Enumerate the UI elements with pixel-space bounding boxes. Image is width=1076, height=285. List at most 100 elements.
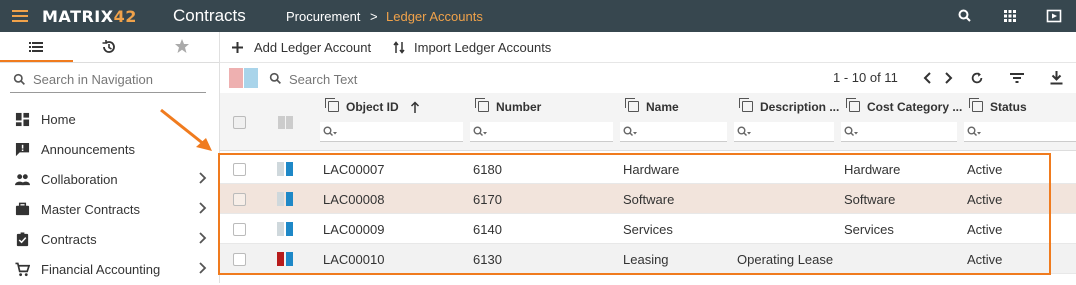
search-icon[interactable] — [957, 8, 973, 24]
filter-status[interactable] — [964, 122, 1076, 142]
filter-cost-category[interactable] — [841, 122, 957, 142]
chevron-right-icon — [199, 232, 207, 244]
pager-text: 1 - 10 of 11 — [833, 70, 898, 85]
annotation-arrow-icon — [160, 108, 212, 151]
table-row[interactable]: LAC00008 6170 Software Software Active — [220, 184, 1076, 214]
apps-grid-icon[interactable] — [1002, 8, 1018, 24]
breadcrumb-procurement[interactable]: Procurement — [286, 9, 360, 24]
breadcrumb-ledger-accounts: Ledger Accounts — [386, 9, 483, 24]
filter-name[interactable] — [620, 122, 727, 142]
download-icon[interactable] — [1050, 71, 1063, 85]
cell-number: 6170 — [473, 192, 502, 207]
column-number[interactable]: Number — [496, 100, 541, 114]
column-icon — [325, 98, 339, 112]
refresh-icon[interactable] — [970, 71, 984, 85]
filter-description[interactable] — [734, 122, 834, 142]
tab-navigation[interactable] — [0, 32, 73, 62]
add-ledger-account-button[interactable]: Add Ledger Account — [232, 40, 371, 55]
navigation-tabs — [0, 32, 219, 63]
cell-status: Active — [967, 252, 1003, 267]
column-icon — [625, 98, 639, 112]
grid-search-input[interactable]: Search Text — [289, 72, 357, 87]
cell-name: Software — [623, 192, 675, 207]
breadcrumb-separator: > — [370, 9, 378, 24]
cell-name: Services — [623, 222, 673, 237]
status-column-icon-alt — [286, 116, 293, 129]
cell-number: 6180 — [473, 162, 502, 177]
chevron-right-icon[interactable] — [943, 72, 953, 84]
cell-cost-category: Services — [844, 222, 894, 237]
app-title: Contracts — [173, 6, 246, 25]
filter-number[interactable] — [470, 122, 613, 142]
column-object-id[interactable]: Object ID — [346, 100, 399, 114]
chevron-right-icon — [199, 202, 207, 214]
cell-name: Leasing — [623, 252, 669, 267]
record-status-marker — [277, 252, 293, 266]
column-description[interactable]: Description ... — [760, 100, 839, 114]
list-icon — [29, 42, 43, 52]
table-row[interactable]: LAC00007 6180 Hardware Hardware Active — [220, 154, 1076, 184]
record-status-marker — [277, 222, 293, 236]
row-checkbox[interactable] — [233, 163, 246, 176]
menu-icon[interactable] — [12, 8, 28, 24]
column-name[interactable]: Name — [646, 100, 679, 114]
history-icon — [102, 40, 115, 53]
column-icon — [739, 98, 753, 112]
cell-cost-category: Software — [844, 192, 896, 207]
cell-description: Operating Lease — [737, 252, 834, 267]
announcement-icon — [15, 142, 30, 157]
sidebar-item-financial-accounting[interactable]: Financial Accounting — [0, 255, 219, 285]
sidebar-item-collaboration[interactable]: Collaboration — [0, 165, 219, 195]
cell-object-id: LAC00007 — [323, 162, 385, 177]
filter-icon[interactable] — [1010, 72, 1024, 84]
row-checkbox[interactable] — [233, 193, 246, 206]
grid-toolbar: Search Text 1 - 10 of 11 — [220, 63, 1076, 93]
record-color-toggle[interactable] — [229, 68, 243, 88]
cell-number: 6130 — [473, 252, 502, 267]
top-bar: MATRIX42 Contracts Procurement > Ledger … — [0, 0, 1076, 32]
chevron-right-icon — [199, 172, 207, 184]
presentation-icon[interactable] — [1046, 8, 1062, 24]
cell-object-id: LAC00008 — [323, 192, 385, 207]
sort-ascending-icon[interactable] — [410, 101, 420, 113]
cell-object-id: LAC00010 — [323, 252, 385, 267]
sidebar-item-master-contracts[interactable]: Master Contracts — [0, 195, 219, 225]
filter-search-icon — [473, 126, 487, 136]
toolbar: Add Ledger Account Import Ledger Account… — [220, 32, 1076, 63]
filter-object-id[interactable] — [320, 122, 463, 142]
filter-search-icon — [323, 126, 337, 136]
cell-name: Hardware — [623, 162, 680, 177]
cell-status: Active — [967, 222, 1003, 237]
star-icon — [175, 39, 189, 53]
sidebar-item-contracts[interactable]: Contracts — [0, 225, 219, 255]
cart-icon — [15, 262, 30, 277]
row-checkbox[interactable] — [233, 253, 246, 266]
column-cost-category[interactable]: Cost Category ... — [867, 100, 962, 114]
tab-history[interactable] — [73, 32, 146, 62]
dashboard-icon — [15, 112, 30, 127]
filter-search-icon — [623, 126, 637, 136]
status-column-icon — [278, 116, 285, 129]
cell-status: Active — [967, 162, 1003, 177]
navigation-search-input[interactable]: Search in Navigation — [10, 66, 206, 93]
record-color-toggle-alt[interactable] — [244, 68, 258, 88]
chevron-left-icon[interactable] — [923, 72, 933, 84]
row-checkbox[interactable] — [233, 223, 246, 236]
tab-favorites[interactable] — [146, 32, 219, 62]
import-ledger-accounts-button[interactable]: Import Ledger Accounts — [393, 40, 551, 55]
column-icon — [475, 98, 489, 112]
grid-header: Object ID Number Name Description ... Co… — [220, 93, 1076, 151]
column-status[interactable]: Status — [990, 100, 1027, 114]
search-icon — [13, 73, 25, 85]
table-row[interactable]: LAC00009 6140 Services Services Active — [220, 214, 1076, 244]
clipboard-check-icon — [16, 232, 29, 247]
logo[interactable]: MATRIX42 — [42, 7, 137, 26]
filter-search-icon — [967, 126, 981, 136]
search-icon — [269, 72, 281, 84]
table-row[interactable]: LAC00010 6130 Leasing Operating Lease Ac… — [220, 244, 1076, 274]
briefcase-icon — [15, 202, 30, 216]
record-status-marker — [277, 162, 293, 176]
select-all-checkbox[interactable] — [233, 116, 246, 129]
column-icon — [969, 98, 983, 112]
cell-object-id: LAC00009 — [323, 222, 385, 237]
